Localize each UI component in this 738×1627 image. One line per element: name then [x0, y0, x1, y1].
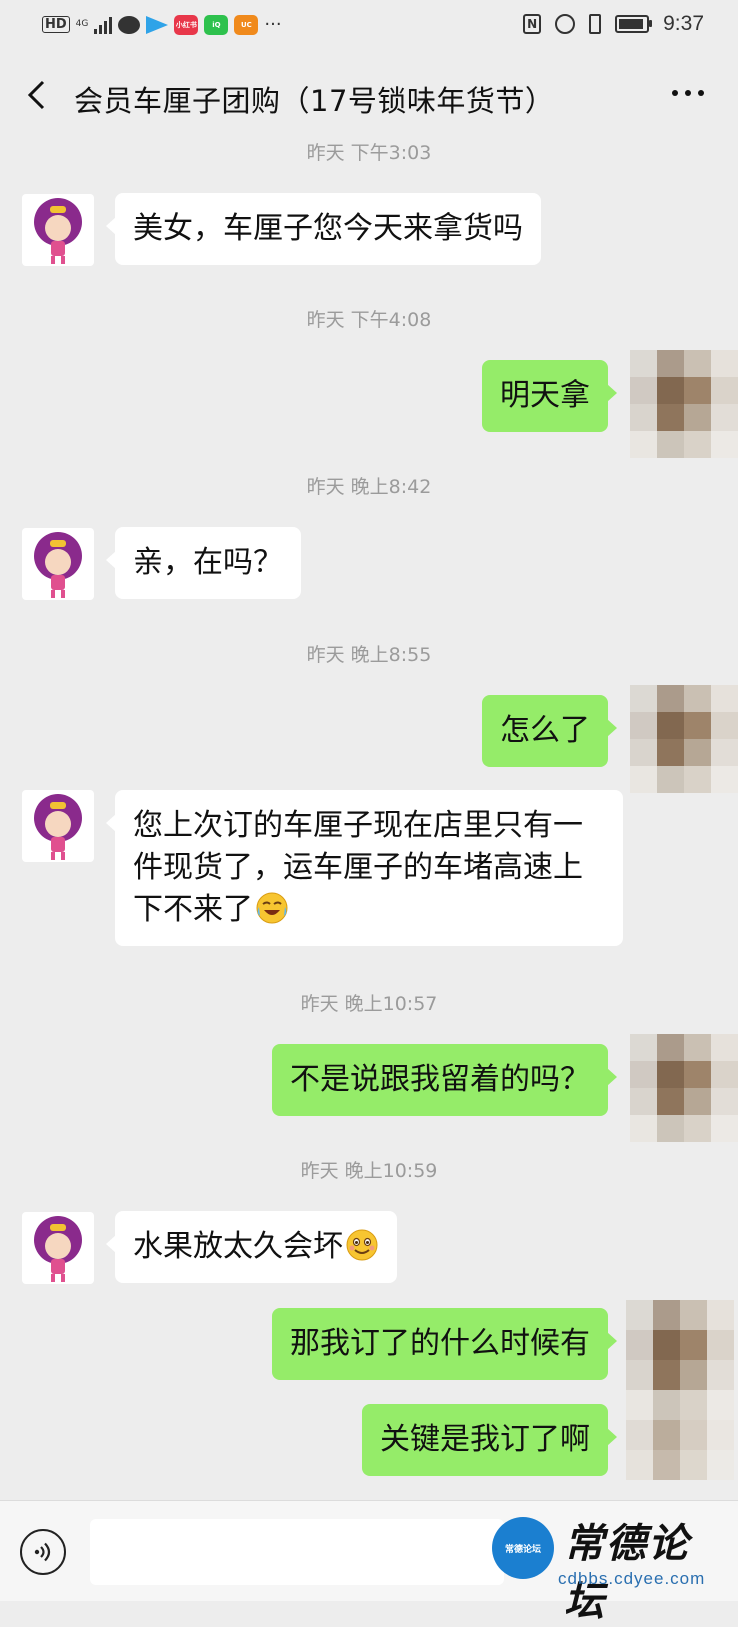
outgoing-message[interactable]: 那我订了的什么时候有: [272, 1308, 617, 1380]
message-timestamp: 昨天 晚上10:59: [300, 1160, 438, 1182]
message-text: 水果放太久会坏: [133, 1229, 343, 1264]
message-text: 那我订了的什么时候有: [290, 1326, 590, 1361]
alarm-icon: [555, 14, 576, 34]
pixelated-user-avatar[interactable]: [630, 1034, 738, 1142]
laugh-cry-emoji-icon: [256, 892, 288, 924]
contact-avatar[interactable]: [22, 790, 94, 862]
incoming-message[interactable]: 水果放太久会坏: [106, 1211, 397, 1283]
incoming-message[interactable]: 您上次订的车厘子现在店里只有一 件现货了，运车厘子的车堵高速上 下不来了: [106, 790, 623, 946]
message-timestamp: 昨天 下午4:08: [306, 309, 432, 331]
more-options-icon[interactable]: [672, 90, 704, 96]
smile-emoji-icon: [346, 1229, 378, 1261]
message-timestamp: 昨天 晚上8:42: [306, 476, 432, 498]
watermark: 常德论坛 常德论坛 cdbbs.cdyee.com: [492, 1509, 724, 1625]
message-text-line: 件现货了，运车厘子的车堵高速上: [133, 850, 583, 885]
clock-time: 9:37: [663, 12, 704, 35]
vibrate-icon: [589, 14, 602, 34]
chat-bubble-icon: [118, 15, 141, 34]
contact-avatar[interactable]: [22, 1212, 94, 1284]
message-text: 美女，车厘子您今天来拿货吗: [133, 211, 523, 246]
message-input[interactable]: [90, 1519, 504, 1585]
outgoing-message[interactable]: 怎么了: [482, 695, 617, 767]
signal-icon: [94, 16, 113, 34]
nfc-icon: N: [523, 14, 542, 34]
message-text: 明天拿: [500, 378, 590, 413]
contact-avatar[interactable]: [22, 194, 94, 266]
message-timestamp: 昨天 晚上8:55: [306, 644, 432, 666]
message-text: 怎么了: [500, 713, 590, 748]
incoming-message[interactable]: 美女，车厘子您今天来拿货吗: [106, 193, 541, 265]
message-text: 关键是我订了啊: [380, 1422, 590, 1457]
message-text-line: 下不来了: [133, 892, 253, 927]
status-right: N 9:37: [523, 12, 704, 36]
pixelated-user-avatar[interactable]: [626, 1300, 734, 1480]
paper-plane-icon: [146, 15, 169, 34]
message-text-line: 您上次订的车厘子现在店里只有一: [133, 808, 583, 843]
chat-title: 会员车厘子团购（17号锁味年货节）: [74, 84, 555, 118]
battery-icon: [615, 15, 653, 33]
chat-header: 会员车厘子团购（17号锁味年货节）: [0, 52, 738, 140]
pixelated-user-avatar[interactable]: [630, 685, 738, 793]
uc-browser-app-icon: UC: [234, 14, 259, 35]
outgoing-message[interactable]: 关键是我订了啊: [362, 1404, 617, 1476]
input-bar: 常德论坛 常德论坛 cdbbs.cdyee.com: [0, 1500, 738, 1625]
outgoing-message[interactable]: 明天拿: [482, 360, 617, 432]
message-timestamp: 昨天 下午3:03: [306, 142, 432, 164]
network-type: 4G: [75, 19, 89, 29]
watermark-url: cdbbs.cdyee.com: [558, 1569, 706, 1588]
xiaohongshu-app-icon: 小红书: [174, 14, 199, 35]
contact-avatar[interactable]: [22, 528, 94, 600]
incoming-message[interactable]: 亲，在吗？: [106, 527, 301, 599]
status-bar: HD 4G 小红书 iQ UC ··· N 9:37: [0, 0, 738, 52]
iqiyi-app-icon: iQ: [204, 14, 229, 35]
message-text: 亲，在吗？: [133, 545, 283, 580]
back-arrow-icon[interactable]: [26, 80, 46, 110]
message-timestamp: 昨天 晚上10:57: [300, 993, 438, 1015]
outgoing-message[interactable]: 不是说跟我留着的吗？: [272, 1044, 617, 1116]
voice-input-icon[interactable]: [20, 1529, 66, 1575]
more-notifications-icon: ···: [264, 14, 282, 35]
hd-indicator: HD: [42, 16, 70, 33]
status-left: HD 4G 小红书 iQ UC ···: [42, 14, 282, 35]
message-text: 不是说跟我留着的吗？: [290, 1062, 590, 1097]
pixelated-user-avatar[interactable]: [630, 350, 738, 458]
forum-logo-icon: 常德论坛: [492, 1517, 554, 1579]
